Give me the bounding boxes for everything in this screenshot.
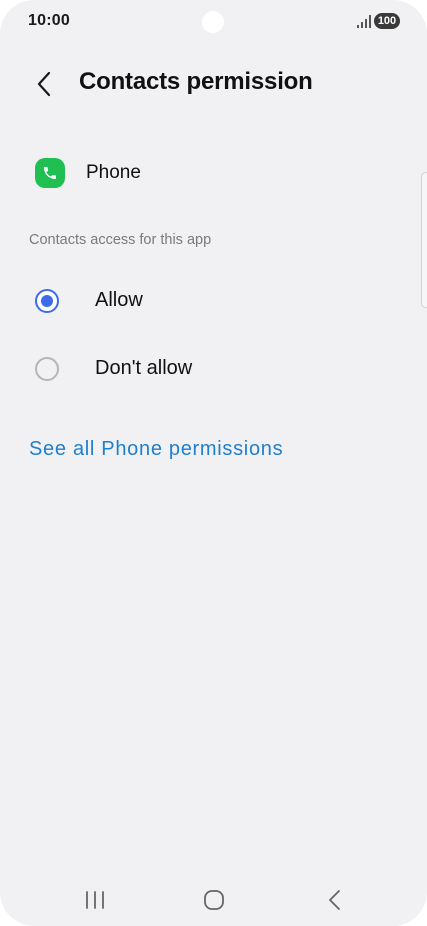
signal-icon: [357, 15, 371, 28]
phone-app-icon: [35, 158, 65, 188]
see-all-permissions-link[interactable]: See all Phone permissions: [29, 438, 283, 461]
option-allow[interactable]: Allow: [0, 271, 427, 331]
back-button[interactable]: [26, 64, 62, 104]
home-icon: [204, 890, 224, 910]
recents-icon: [86, 891, 104, 909]
option-dont-allow[interactable]: Don't allow: [0, 339, 427, 399]
status-time: 10:00: [28, 12, 70, 29]
battery-indicator: 100: [374, 13, 400, 29]
radio-dont-allow[interactable]: [35, 357, 59, 381]
option-dont-allow-label: Don't allow: [95, 357, 193, 379]
app-name: Phone: [86, 162, 141, 183]
back-icon: [329, 890, 340, 910]
screen: 10:00 100 Contacts permission Phone Cont…: [0, 0, 427, 926]
option-allow-label: Allow: [95, 289, 143, 311]
section-label: Contacts access for this app: [29, 232, 212, 248]
recents-button[interactable]: [75, 880, 115, 920]
nav-back-button[interactable]: [314, 880, 354, 920]
scrollbar-thumb[interactable]: [421, 172, 427, 308]
radio-allow-selected[interactable]: [35, 289, 59, 313]
phone-handset-icon: [44, 167, 56, 179]
page-title: Contacts permission: [79, 68, 313, 95]
front-camera: [202, 11, 224, 33]
chevron-left-icon: [37, 71, 51, 97]
home-button[interactable]: [194, 880, 234, 920]
